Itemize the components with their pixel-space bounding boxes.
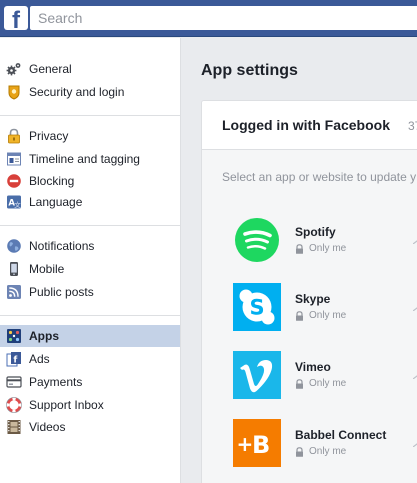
spotify-logo-icon — [235, 218, 279, 262]
sidebar-item-language[interactable]: A 文 Language — [0, 191, 180, 213]
sidebar-divider — [0, 115, 181, 116]
sidebar-item-label: Videos — [29, 420, 66, 434]
sidebar-item-videos[interactable]: Videos — [0, 416, 180, 438]
sidebar-item-label: Apps — [29, 329, 59, 343]
facebook-logo-icon[interactable]: f — [4, 6, 28, 30]
sidebar-item-label: General — [29, 62, 72, 76]
badge-icon — [8, 85, 20, 100]
app-name: Skype — [295, 292, 331, 306]
sidebar-divider — [0, 315, 181, 316]
sidebar-item-label: Privacy — [29, 129, 69, 143]
sidebar-item-label: Ads — [29, 352, 50, 366]
sidebar-item-label: Mobile — [29, 262, 65, 276]
sidebar-item-apps[interactable]: Apps — [0, 325, 180, 347]
sidebar-item-label: Public posts — [29, 285, 94, 299]
app-name: Spotify — [295, 225, 336, 239]
edit-icon[interactable] — [413, 441, 417, 447]
lock-icon — [296, 446, 303, 457]
page-title: App settings — [201, 62, 298, 79]
edit-icon[interactable] — [413, 373, 417, 379]
svg-text:B: B — [252, 431, 270, 459]
skype-logo-icon: S — [233, 283, 281, 331]
facebook-logo-letter: f — [12, 7, 20, 31]
sidebar-item-label: Blocking — [29, 174, 75, 188]
privacy-setting[interactable]: Only me — [295, 310, 346, 321]
padlock-icon — [8, 128, 20, 144]
ads-icon: f — [6, 352, 21, 367]
gear-icon — [6, 63, 21, 76]
sidebar-item-label: Payments — [29, 375, 83, 389]
svg-text:+: + — [237, 432, 254, 456]
language-icon: A 文 — [7, 195, 21, 209]
edit-icon[interactable] — [413, 238, 417, 244]
panel-hint: Select an app or website to update y — [222, 170, 417, 184]
lifebuoy-icon — [6, 397, 22, 413]
sidebar-item-support-inbox[interactable]: Support Inbox — [0, 394, 180, 416]
mobile-icon — [10, 262, 18, 276]
logged-in-apps-panel: Logged in with Facebook 37 Select an app… — [201, 100, 417, 483]
sidebar-item-label: Language — [29, 195, 83, 209]
card-icon — [6, 376, 22, 388]
rss-icon — [7, 285, 21, 299]
sidebar-item-label: Support Inbox — [29, 398, 104, 412]
settings-sidebar: General Security and login Privacy Timel… — [0, 38, 181, 483]
privacy-setting[interactable]: Only me — [295, 378, 346, 389]
lock-icon — [296, 243, 303, 254]
sidebar-item-general[interactable]: General — [0, 58, 180, 80]
babbel-logo-icon: + B — [233, 419, 281, 467]
sidebar-item-blocking[interactable]: Blocking — [0, 170, 180, 192]
app-name: Babbel Connect — [295, 428, 387, 442]
sidebar-item-label: Notifications — [29, 239, 95, 253]
privacy-setting[interactable]: Only me — [295, 243, 346, 254]
sidebar-divider — [0, 225, 181, 226]
search-input[interactable] — [31, 7, 417, 29]
block-icon — [7, 174, 21, 188]
vimeo-logo-icon — [233, 351, 281, 399]
apps-icon — [7, 329, 21, 343]
privacy-label: Only me — [309, 446, 347, 457]
timeline-icon — [7, 152, 21, 166]
edit-icon[interactable] — [413, 305, 417, 311]
lock-icon — [296, 310, 303, 321]
app-tile-spotify[interactable]: Spotify Only me — [233, 216, 417, 264]
sidebar-item-ads[interactable]: f Ads — [0, 348, 180, 370]
lock-icon — [296, 378, 303, 389]
top-bar: f — [0, 0, 417, 37]
app-name: Vimeo — [295, 360, 331, 374]
privacy-label: Only me — [309, 243, 347, 254]
sidebar-item-security[interactable]: Security and login — [0, 81, 180, 103]
sidebar-item-timeline[interactable]: Timeline and tagging — [0, 148, 180, 170]
sidebar-item-label: Security and login — [29, 85, 125, 99]
svg-text:文: 文 — [14, 200, 21, 209]
sidebar-item-mobile[interactable]: Mobile — [0, 258, 180, 280]
privacy-label: Only me — [309, 310, 347, 321]
sidebar-item-label: Timeline and tagging — [29, 152, 140, 166]
sidebar-item-payments[interactable]: Payments — [0, 371, 180, 393]
app-tile-babbel-connect[interactable]: + B Babbel Connect Only me — [233, 419, 417, 467]
svg-text:f: f — [13, 356, 17, 366]
app-tile-vimeo[interactable]: Vimeo Only me — [233, 351, 417, 399]
search-box[interactable] — [30, 6, 417, 30]
svg-text:S: S — [249, 296, 264, 320]
privacy-label: Only me — [309, 378, 347, 389]
sidebar-item-notifications[interactable]: Notifications — [0, 235, 180, 257]
film-icon — [7, 420, 21, 434]
sidebar-item-privacy[interactable]: Privacy — [0, 125, 180, 147]
app-count: 37 — [408, 119, 417, 133]
sidebar-item-public-posts[interactable]: Public posts — [0, 281, 180, 303]
panel-header: Logged in with Facebook 37 — [202, 101, 417, 150]
privacy-setting[interactable]: Only me — [295, 446, 346, 457]
globe-icon — [7, 239, 21, 253]
panel-title: Logged in with Facebook — [222, 117, 390, 133]
app-tile-skype[interactable]: S Skype Only me — [233, 283, 417, 331]
